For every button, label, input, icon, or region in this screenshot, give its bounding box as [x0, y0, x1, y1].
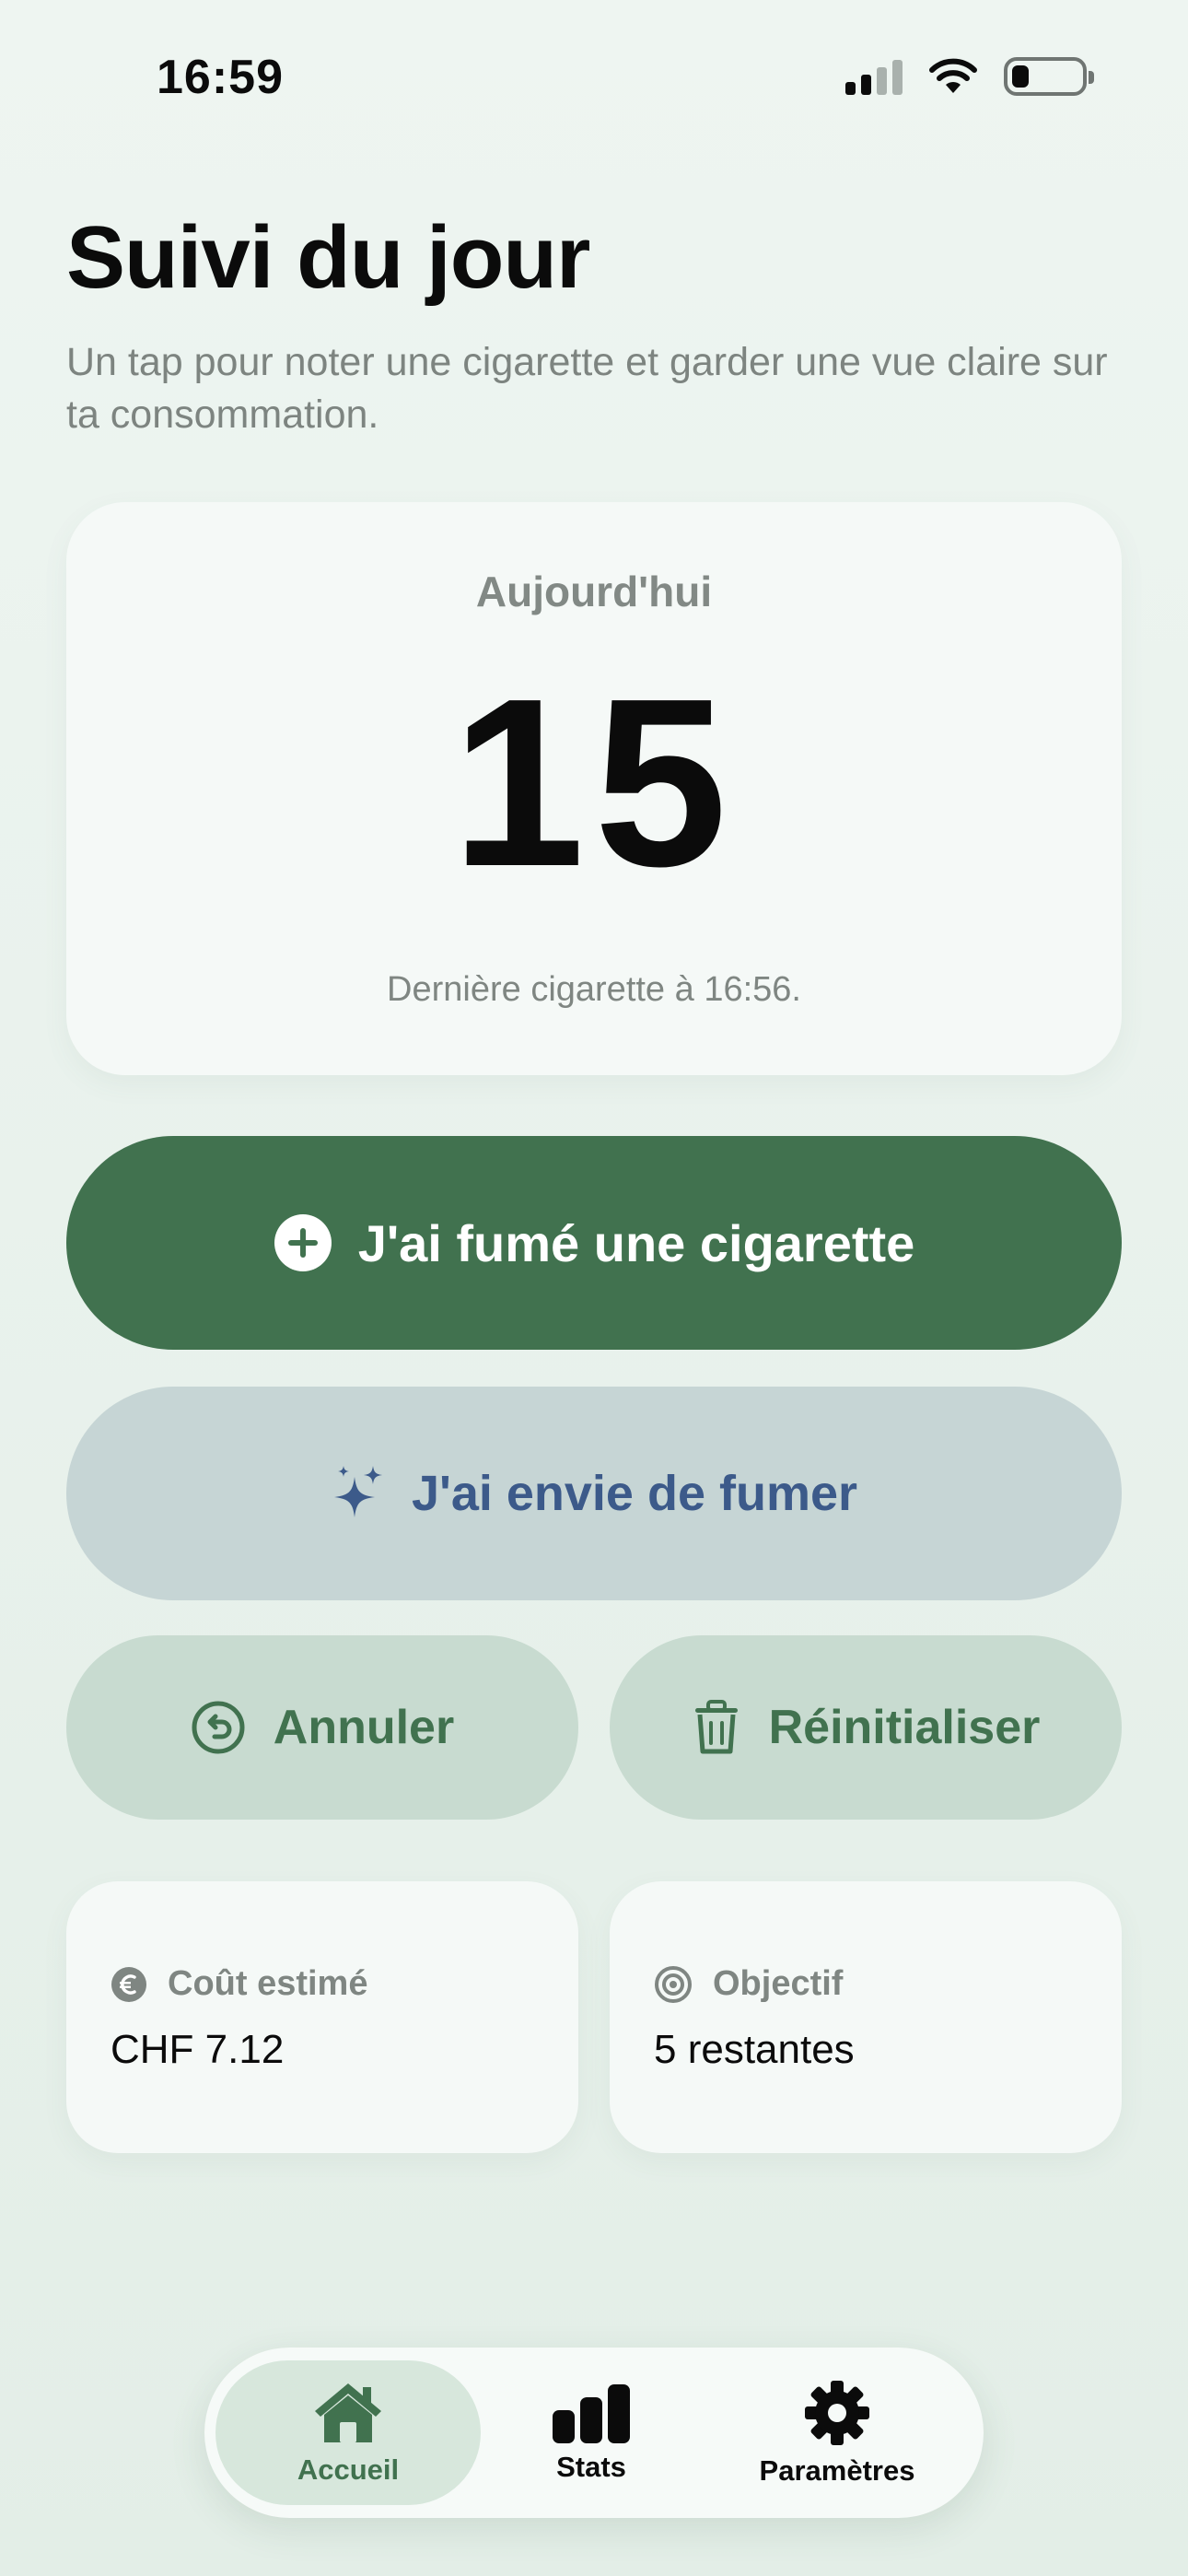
- page-title: Suivi du jour: [66, 208, 590, 307]
- smoked-cigarette-label: J'ai fumé une cigarette: [357, 1213, 915, 1272]
- estimated-cost-header: Coût estimé: [111, 1964, 367, 2004]
- tab-settings[interactable]: Paramètres: [702, 2360, 973, 2505]
- craving-button[interactable]: J'ai envie de fumer: [66, 1387, 1122, 1600]
- counter-label: Aujourd'hui: [475, 568, 713, 615]
- trash-icon: [694, 1700, 738, 1754]
- goal-header: Objectif: [654, 1964, 843, 2004]
- undo-icon: [192, 1701, 245, 1754]
- cellular-signal-icon: [845, 58, 903, 95]
- battery-low-icon: [1004, 57, 1094, 96]
- goal-value: 5 restantes: [654, 2027, 855, 2072]
- reset-label: Réinitialiser: [768, 1701, 1041, 1754]
- gear-icon: [805, 2380, 869, 2445]
- counter-value: 15: [451, 650, 737, 917]
- last-cigarette-text: Dernière cigarette à 16:56.: [387, 970, 801, 1009]
- today-counter-card: Aujourd'hui 15 Dernière cigarette à 16:5…: [66, 502, 1122, 1075]
- bar-chart-icon: [553, 2383, 630, 2443]
- sparkles-icon: [333, 1466, 382, 1517]
- goal-label: Objectif: [713, 1964, 844, 2003]
- tab-bar: Accueil Stats Paramètres: [204, 2348, 984, 2518]
- tab-stats-label: Stats: [556, 2450, 626, 2483]
- house-icon: [315, 2383, 381, 2442]
- undo-button[interactable]: Annuler: [66, 1635, 578, 1820]
- wifi-icon: [929, 58, 977, 93]
- status-bar: 16:59: [0, 0, 1188, 157]
- reset-button[interactable]: Réinitialiser: [610, 1635, 1122, 1820]
- estimated-cost-value: CHF 7.12: [111, 2027, 285, 2072]
- target-icon: [655, 1965, 692, 2003]
- tab-home[interactable]: Accueil: [215, 2360, 481, 2505]
- status-time: 16:59: [157, 51, 284, 104]
- estimated-cost-label: Coût estimé: [168, 1964, 368, 2003]
- status-icons: [845, 57, 1094, 96]
- page-subtitle: Un tap pour noter une cigarette et garde…: [66, 340, 1108, 437]
- undo-label: Annuler: [273, 1701, 455, 1754]
- tab-settings-label: Paramètres: [759, 2453, 915, 2487]
- goal-card: Objectif 5 restantes: [610, 1881, 1122, 2153]
- smoked-cigarette-button[interactable]: J'ai fumé une cigarette: [66, 1136, 1122, 1350]
- plus-circle-icon: [274, 1214, 332, 1271]
- euro-coin-icon: [111, 1966, 146, 2002]
- tab-home-label: Accueil: [297, 2453, 400, 2486]
- tab-stats[interactable]: Stats: [481, 2360, 702, 2505]
- estimated-cost-card: Coût estimé CHF 7.12: [66, 1881, 578, 2153]
- craving-label: J'ai envie de fumer: [411, 1466, 858, 1521]
